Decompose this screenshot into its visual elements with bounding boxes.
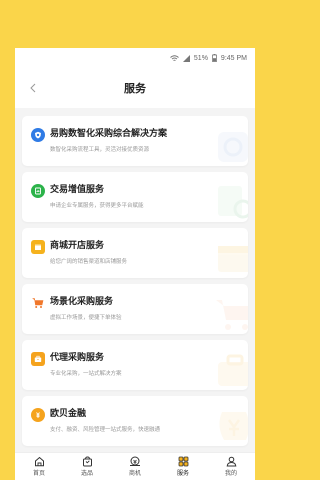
service-card-value-added[interactable]: 交易增值服务 申请企业专属服务，获得更多平台赋能 [22, 172, 248, 222]
cart-icon [31, 296, 45, 310]
status-time: 9:45 PM [220, 54, 247, 62]
service-card-agency-procurement[interactable]: 代理采购服务 专业化采购，一站式解决方案 [22, 340, 248, 390]
service-title: 商城开店服务 [50, 240, 105, 250]
page-title: 服务 [124, 83, 146, 95]
tab-products[interactable]: 选品 [63, 453, 111, 480]
tab-home[interactable]: 首页 [15, 453, 63, 480]
service-title: 代理采购服务 [50, 352, 105, 362]
battery-percent: 51% [193, 54, 208, 62]
service-card-finance[interactable]: 欧贝金融 支付、融资、风险管理一站式服务，快速融通 [22, 396, 248, 446]
service-desc: 虚拟工作场景，便捷下单体验 [50, 315, 122, 321]
doc-add-watermark-icon [218, 186, 248, 219]
wifi-icon [170, 54, 179, 61]
tab-label: 服务 [176, 471, 189, 477]
briefcase-watermark-icon [218, 354, 248, 386]
home-icon [34, 456, 44, 467]
back-button[interactable] [23, 78, 41, 98]
cart-watermark-icon [216, 300, 248, 330]
service-title: 易购数智化采购综合解决方案 [50, 128, 168, 138]
service-list: 易购数智化采购综合解决方案 数智化采购流程工具，灵活对接优质资源 交易增值服务 … [15, 108, 255, 446]
page-header: 服务 [15, 68, 255, 108]
service-desc: 数智化采购流程工具，灵活对接优质资源 [50, 147, 150, 153]
tab-label: 我的 [224, 471, 237, 477]
tab-profile[interactable]: 我的 [207, 453, 255, 480]
yen-watermark-icon [219, 412, 248, 440]
service-desc: 申请企业专属服务，获得更多平台赋能 [50, 203, 144, 209]
service-desc: 专业化采购，一站式解决方案 [50, 371, 122, 377]
tab-opportunities[interactable]: 商机 [111, 453, 159, 480]
bottom-tab-bar: 首页 选品 商机 服务 我的 [15, 452, 255, 480]
service-card-shop-opening[interactable]: 商城开店服务 给您广阔的销售渠道和店铺服务 [22, 228, 248, 278]
service-title: 交易增值服务 [50, 184, 105, 194]
service-card-scenario-procurement[interactable]: 场景化采购服务 虚拟工作场景，便捷下单体验 [22, 284, 248, 334]
shop-icon [31, 240, 45, 254]
shop-watermark-icon [218, 246, 248, 272]
briefcase-icon [31, 352, 45, 366]
opportunity-icon [130, 456, 140, 466]
tab-services[interactable]: 服务 [159, 453, 207, 480]
signal-icon [182, 54, 190, 62]
tab-label: 选品 [80, 471, 93, 477]
chart-doc-icon [31, 184, 45, 198]
service-desc: 给您广阔的销售渠道和店铺服务 [50, 259, 128, 265]
battery-icon [212, 54, 217, 62]
shield-watermark-icon [218, 132, 248, 162]
finance-icon [31, 408, 45, 422]
tab-label: 商机 [128, 471, 141, 477]
tab-label: 首页 [32, 471, 45, 477]
service-card-procurement-solution[interactable]: 易购数智化采购综合解决方案 数智化采购流程工具，灵活对接优质资源 [22, 116, 248, 166]
user-icon [226, 456, 236, 467]
service-desc: 支付、融资、风险管理一站式服务，快速融通 [50, 427, 161, 433]
app-screen: 51% 9:45 PM 服务 易购数智化采购综合解决方案 数智化采购流程工具，灵… [15, 48, 255, 480]
status-bar: 51% 9:45 PM [15, 48, 255, 68]
service-title: 场景化采购服务 [50, 296, 114, 306]
shield-icon [31, 128, 45, 142]
grid-icon [178, 456, 188, 467]
chevron-left-icon [29, 83, 35, 93]
bag-icon [82, 456, 92, 467]
service-title: 欧贝金融 [50, 408, 87, 418]
